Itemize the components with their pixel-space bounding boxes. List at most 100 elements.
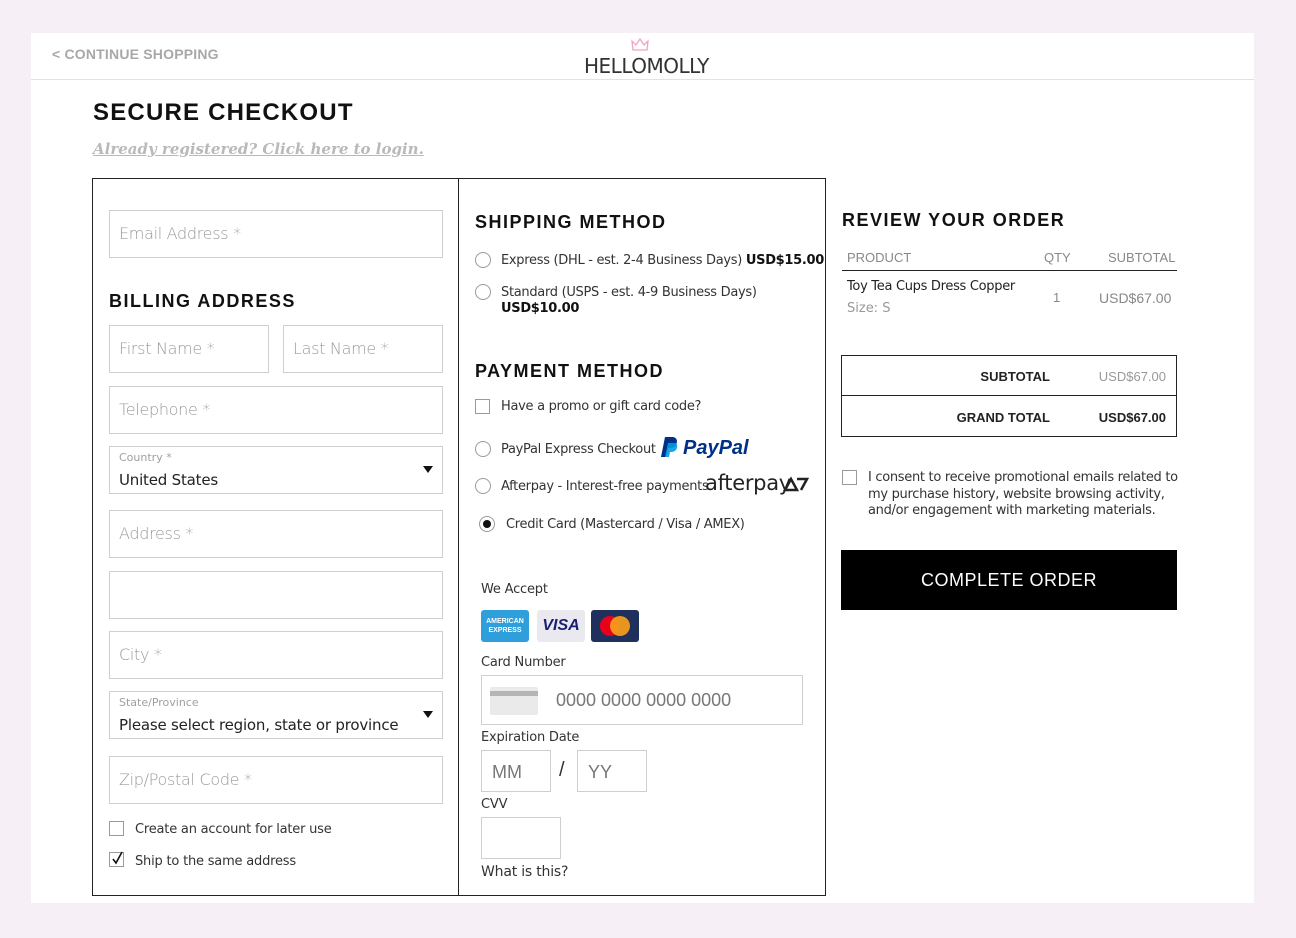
shipping-express-price: USD$15.00 (745, 253, 825, 268)
order-item-size: Size: S (847, 301, 891, 316)
order-item-name: Toy Tea Cups Dress Copper (847, 279, 1015, 294)
credit-card-radio[interactable] (479, 516, 495, 532)
last-name-placeholder: Last Name * (293, 339, 389, 358)
zip-field[interactable]: Zip/Postal Code * (109, 756, 443, 804)
state-value: Please select region, state or province (119, 716, 399, 734)
top-bar: < CONTINUE SHOPPING HELLOMOLLY (31, 33, 1254, 80)
country-value: United States (119, 471, 218, 489)
subtotal-label: SUBTOTAL (980, 369, 1050, 384)
paypal-radio[interactable] (475, 441, 491, 457)
col-product-header: PRODUCT (847, 250, 912, 265)
mastercard-circles-icon (600, 616, 630, 636)
paypal-p-icon (661, 437, 678, 457)
exp-year-placeholder: YY (588, 762, 613, 782)
we-accept-label: We Accept (481, 582, 548, 597)
grand-total-value: USD$67.00 (1098, 410, 1166, 425)
ship-same-label: Ship to the same address (135, 854, 296, 869)
card-number-placeholder: 0000 0000 0000 0000 (556, 690, 732, 710)
totals-box: SUBTOTAL USD$67.00 GRAND TOTAL USD$67.00 (841, 355, 1177, 437)
address-line2-field[interactable] (109, 571, 443, 619)
afterpay-radio[interactable] (475, 478, 491, 494)
state-select[interactable]: State/Province Please select region, sta… (109, 691, 443, 739)
visa-logo-text: VISA (542, 617, 580, 634)
shipping-standard-price: USD$10.00 (501, 301, 580, 316)
email-field[interactable]: Email Address * (109, 210, 443, 258)
complete-order-button[interactable]: COMPLETE ORDER (841, 550, 1177, 610)
card-generic-icon (490, 687, 538, 715)
last-name-field[interactable]: Last Name * (283, 325, 443, 373)
amex-logo: AMERICAN EXPRESS (481, 610, 529, 642)
shipping-payment-column: SHIPPING METHOD Express (DHL - est. 2-4 … (458, 178, 826, 896)
consent-text: I consent to receive promotional emails … (868, 470, 1178, 518)
crown-icon (631, 38, 649, 51)
card-number-field[interactable]: 0000 0000 0000 0000 (481, 675, 803, 725)
shipping-express-radio[interactable] (475, 252, 491, 268)
promo-checkbox[interactable] (475, 399, 490, 414)
visa-logo: VISA (537, 610, 585, 642)
what-is-this-link[interactable]: What is this? (481, 864, 568, 880)
amex-logo-text: AMERICAN EXPRESS (486, 618, 524, 634)
cvv-label: CVV (481, 797, 508, 812)
paypal-logo-text: PayPal (683, 437, 749, 460)
country-select[interactable]: Country * United States (109, 446, 443, 494)
shipping-standard-text: Standard (USPS - est. 4-9 Business Days) (501, 285, 757, 300)
ship-same-checkbox[interactable] (109, 851, 124, 867)
billing-column: Email Address * BILLING ADDRESS First Na… (92, 178, 459, 896)
chevron-down-icon (423, 466, 433, 473)
zip-placeholder: Zip/Postal Code * (119, 770, 252, 789)
page-title: SECURE CHECKOUT (93, 99, 354, 126)
site-logo[interactable]: HELLOMOLLY (584, 38, 714, 78)
afterpay-arrows-icon (783, 476, 809, 492)
table-divider (842, 270, 1177, 271)
card-number-label: Card Number (481, 655, 566, 670)
first-name-placeholder: First Name * (119, 339, 215, 358)
checkout-page: < CONTINUE SHOPPING HELLOMOLLY SECURE CH… (31, 33, 1254, 903)
logo-text: HELLOMOLLY (584, 54, 709, 78)
telephone-placeholder: Telephone * (119, 400, 211, 419)
shipping-standard-label: Standard (USPS - est. 4-9 Business Days)… (501, 285, 791, 317)
payment-method-heading: PAYMENT METHOD (475, 361, 665, 381)
subtotal-row: SUBTOTAL USD$67.00 (842, 356, 1176, 396)
subtotal-value: USD$67.00 (1098, 369, 1166, 384)
exp-month-placeholder: MM (492, 762, 522, 782)
city-field[interactable]: City * (109, 631, 443, 679)
first-name-field[interactable]: First Name * (109, 325, 269, 373)
order-item-qty: 1 (1053, 290, 1061, 305)
checkmark-icon (112, 851, 123, 865)
order-item-subtotal: USD$67.00 (1099, 290, 1172, 306)
email-placeholder: Email Address * (119, 224, 241, 243)
address-field[interactable]: Address * (109, 510, 443, 558)
promo-label: Have a promo or gift card code? (501, 399, 702, 414)
mastercard-logo (591, 610, 639, 642)
state-label: State/Province (119, 696, 199, 709)
city-placeholder: City * (119, 645, 162, 664)
credit-card-label: Credit Card (Mastercard / Visa / AMEX) (506, 517, 745, 532)
paypal-label: PayPal Express Checkout (501, 442, 656, 457)
col-qty-header: QTY (1044, 250, 1071, 265)
continue-shopping-link[interactable]: < CONTINUE SHOPPING (52, 46, 219, 62)
exp-separator: / (559, 759, 565, 781)
grand-total-label: GRAND TOTAL (956, 410, 1050, 425)
review-order-heading: REVIEW YOUR ORDER (842, 210, 1066, 230)
paypal-logo-word: PayPal (683, 437, 749, 459)
create-account-checkbox[interactable] (109, 821, 124, 836)
billing-address-heading: BILLING ADDRESS (109, 291, 296, 311)
cvv-field[interactable] (481, 817, 561, 859)
exp-month-field[interactable]: MM (481, 750, 551, 792)
afterpay-label: Afterpay - Interest-free payments (501, 479, 709, 494)
col-subtotal-header: SUBTOTAL (1108, 250, 1176, 265)
shipping-standard-radio[interactable] (475, 284, 491, 300)
create-account-label: Create an account for later use (135, 822, 332, 837)
chevron-down-icon (423, 711, 433, 718)
consent-checkbox[interactable] (842, 470, 857, 485)
login-link[interactable]: Already registered? Click here to login. (93, 140, 424, 158)
afterpay-logo-text: afterpay (705, 471, 791, 495)
shipping-method-heading: SHIPPING METHOD (475, 212, 667, 232)
exp-year-field[interactable]: YY (577, 750, 647, 792)
country-label: Country * (119, 451, 172, 464)
shipping-express-label: Express (DHL - est. 2-4 Business Days) U… (501, 253, 824, 268)
address-placeholder: Address * (119, 524, 194, 543)
telephone-field[interactable]: Telephone * (109, 386, 443, 434)
shipping-express-text: Express (DHL - est. 2-4 Business Days) (501, 253, 743, 268)
expiration-label: Expiration Date (481, 730, 580, 745)
